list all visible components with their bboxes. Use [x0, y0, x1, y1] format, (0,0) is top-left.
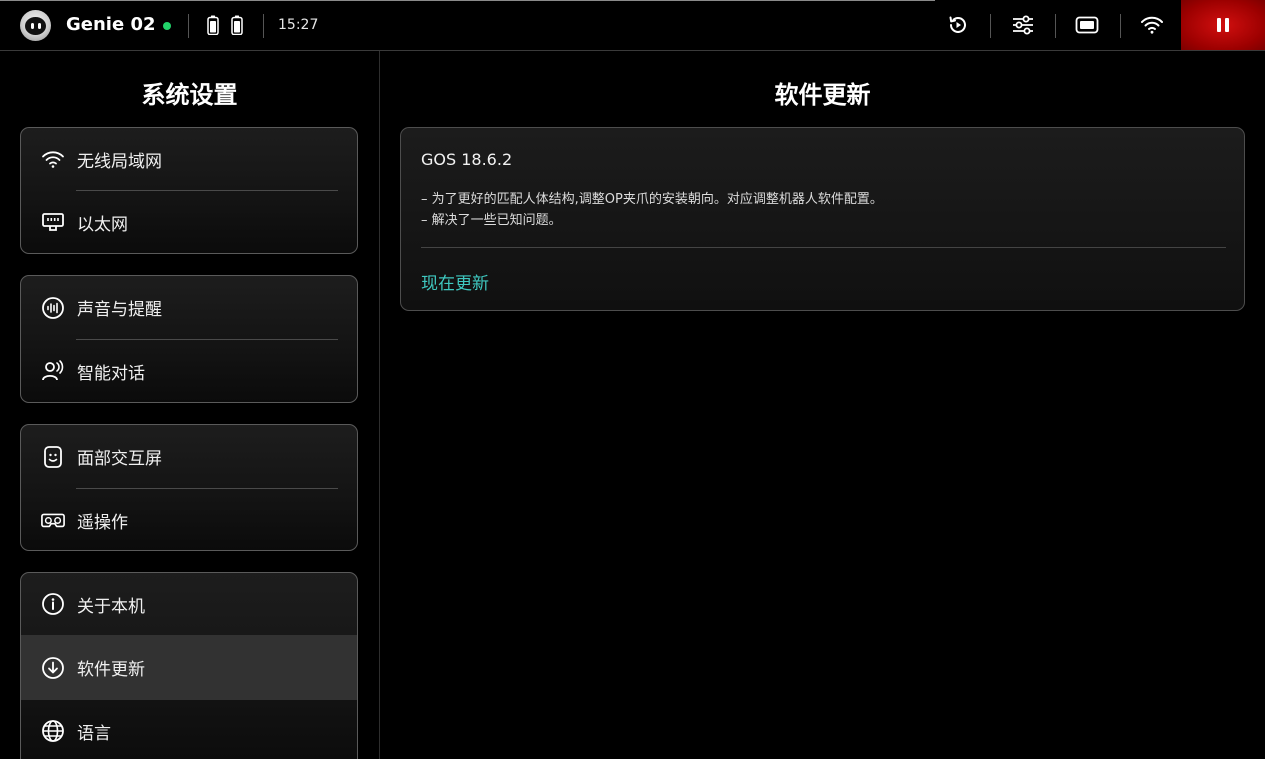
app-root: Genie 02 15:27 系统设置 无线局域网 以太网 声音与提醒 智能对话…	[0, 0, 1265, 759]
sidebar-item-smart-chat[interactable]: 智能对话	[21, 340, 357, 402]
sidebar-item-wlan[interactable]: 无线局域网	[21, 128, 357, 190]
top-edge-line	[0, 0, 935, 1]
ethernet-icon	[41, 210, 65, 234]
settings-group-interaction: 面部交互屏 遥操作	[20, 424, 358, 551]
sidebar-item-label: 无线局域网	[77, 151, 162, 172]
release-note: – 解决了一些已知问题。	[421, 213, 562, 228]
sidebar-item-about[interactable]: 关于本机	[21, 573, 357, 635]
sidebar-item-label: 软件更新	[77, 660, 145, 680]
device-name: Genie 02	[66, 14, 156, 35]
screen-icon[interactable]	[1074, 12, 1100, 38]
sidebar-item-face-screen[interactable]: 面部交互屏	[21, 425, 357, 488]
sidebar-item-label: 面部交互屏	[77, 449, 162, 469]
settings-sidebar: 系统设置 无线局域网 以太网 声音与提醒 智能对话 面部交互屏 遥操作 关于本机…	[0, 51, 379, 759]
page-title: 软件更新	[774, 81, 871, 109]
voice-person-icon	[41, 359, 65, 383]
card-divider	[421, 247, 1226, 248]
sidebar-title: 系统设置	[141, 81, 238, 109]
status-bar: Genie 02 15:27	[0, 0, 1265, 51]
sidebar-item-label: 智能对话	[77, 363, 145, 384]
sidebar-item-language[interactable]: 语言	[21, 700, 357, 759]
sidebar-item-label: 关于本机	[77, 596, 145, 617]
wifi-icon[interactable]	[1139, 12, 1165, 38]
sliders-icon[interactable]	[1010, 12, 1036, 38]
vr-headset-icon	[41, 508, 65, 532]
robot-avatar-icon[interactable]	[20, 10, 51, 41]
sidebar-item-software-update[interactable]: 软件更新	[21, 635, 357, 700]
clock: 15:27	[278, 17, 319, 33]
divider	[1055, 14, 1056, 38]
download-arrow-icon	[41, 656, 65, 680]
face-screen-icon	[41, 445, 65, 469]
release-note: – 为了更好的匹配人体结构,调整OP夹爪的安装朝向。对应调整机器人软件配置。	[421, 192, 883, 207]
sound-wave-icon	[41, 296, 65, 320]
globe-icon	[41, 719, 65, 743]
battery-icon	[207, 15, 219, 35]
sidebar-item-sound[interactable]: 声音与提醒	[21, 276, 357, 339]
replay-icon[interactable]	[945, 12, 971, 38]
settings-group-network: 无线局域网 以太网	[20, 127, 358, 254]
sidebar-item-label: 以太网	[77, 214, 128, 235]
divider	[263, 14, 264, 38]
sidebar-item-ethernet[interactable]: 以太网	[21, 191, 357, 253]
divider	[188, 14, 189, 38]
divider	[990, 14, 991, 38]
pause-icon	[1217, 18, 1229, 32]
update-card: GOS 18.6.2 – 为了更好的匹配人体结构,调整OP夹爪的安装朝向。对应调…	[400, 127, 1245, 311]
update-now-button[interactable]: 现在更新	[421, 269, 489, 294]
sidebar-item-label: 语言	[77, 723, 111, 744]
main-panel: 软件更新 GOS 18.6.2 – 为了更好的匹配人体结构,调整OP夹爪的安装朝…	[380, 51, 1265, 759]
settings-group-audio: 声音与提醒 智能对话	[20, 275, 358, 403]
info-icon	[41, 592, 65, 616]
sidebar-item-label: 声音与提醒	[77, 300, 162, 320]
version-label: GOS 18.6.2	[421, 150, 513, 169]
battery-icon	[231, 15, 243, 35]
sidebar-item-teleoperation[interactable]: 遥操作	[21, 489, 357, 550]
sidebar-item-label: 遥操作	[77, 512, 128, 533]
pause-button[interactable]	[1181, 0, 1265, 50]
online-status-dot	[163, 22, 171, 30]
divider	[1120, 14, 1121, 38]
settings-group-system: 关于本机 软件更新 语言	[20, 572, 358, 759]
wifi-icon	[41, 147, 65, 171]
